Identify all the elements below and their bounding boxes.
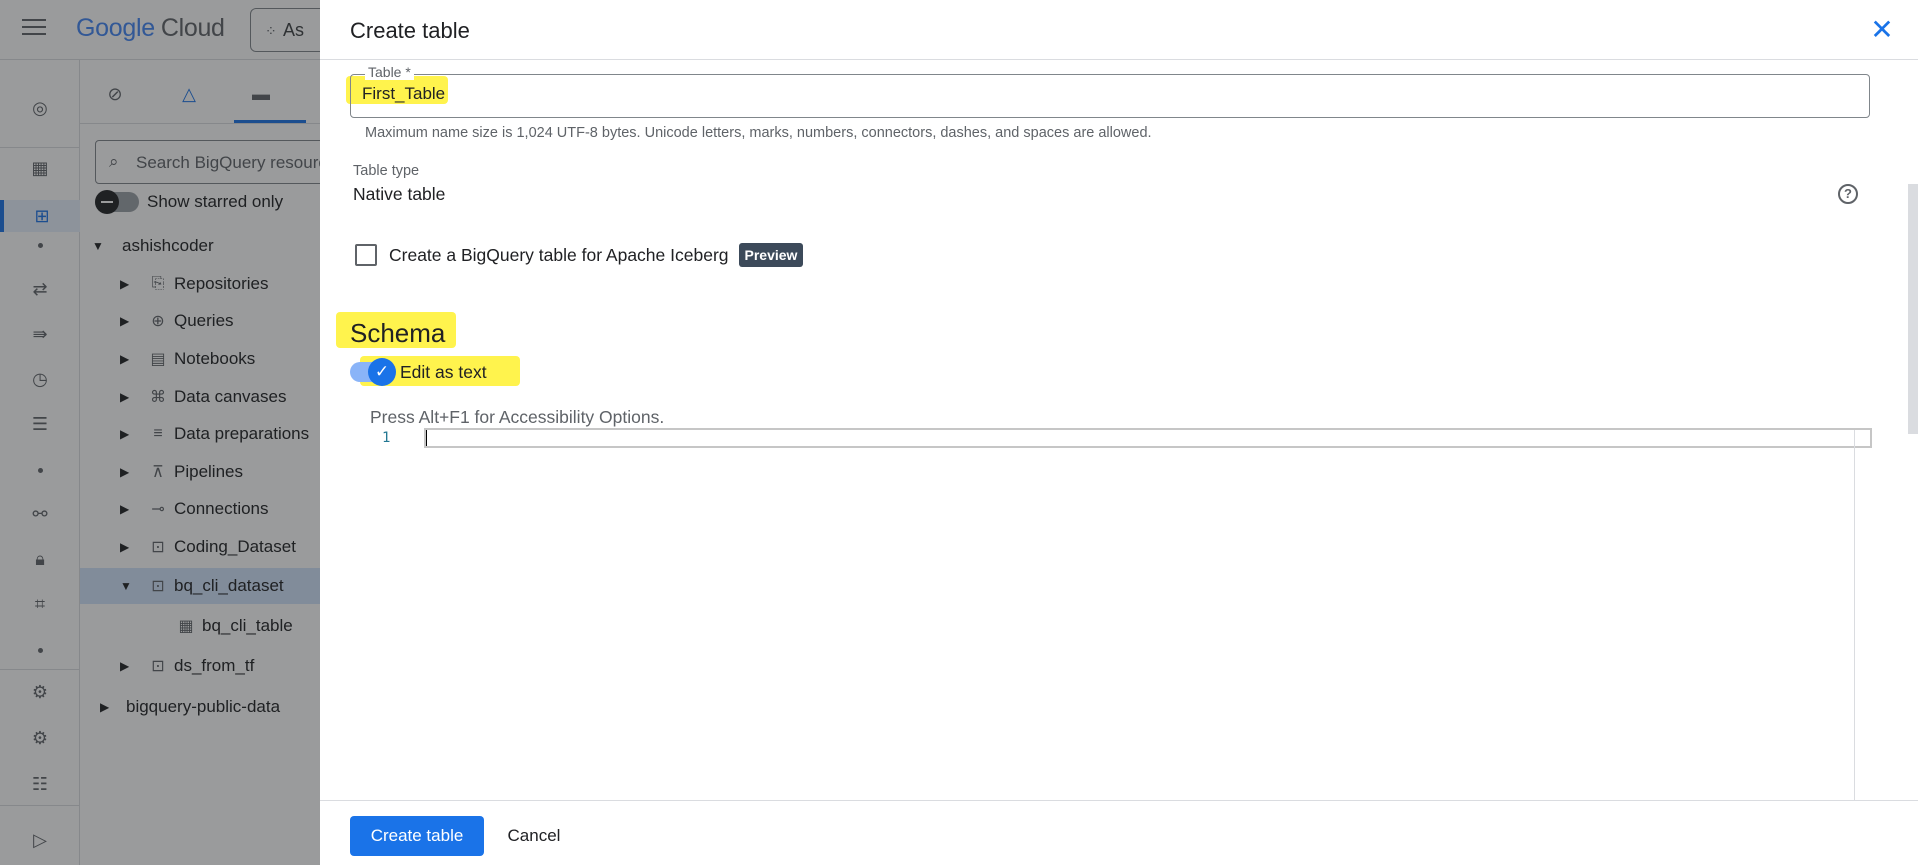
table-name-input[interactable]	[350, 74, 1870, 118]
dialog-title: Create table	[350, 18, 470, 43]
schema-heading: Schema	[350, 318, 446, 348]
table-type-label: Table type	[353, 163, 420, 179]
close-icon[interactable]: ✕	[1868, 16, 1896, 44]
edit-as-text-row[interactable]: ✓ Edit as text	[350, 358, 487, 386]
table-type-value: Native table	[353, 184, 446, 204]
dialog-header: Create table ✕	[320, 0, 1918, 60]
text-cursor	[426, 430, 427, 446]
iceberg-option[interactable]: Create a BigQuery table for Apache Icebe…	[355, 242, 804, 268]
table-name-label: Table *	[365, 64, 414, 80]
edit-as-text-toggle[interactable]: ✓	[350, 358, 396, 386]
iceberg-label: Create a BigQuery table for Apache Icebe…	[389, 244, 729, 265]
editor-divider	[1854, 430, 1855, 800]
dialog-scrollbar[interactable]	[1908, 184, 1918, 434]
checkmark-icon: ✓	[368, 358, 396, 386]
editor-line-number: 1	[382, 430, 391, 446]
edit-as-text-label: Edit as text	[400, 361, 487, 382]
dialog-footer: Create table Cancel	[320, 800, 1918, 865]
create-table-dialog: Create table ✕ Table * First_Table Maxim…	[320, 0, 1918, 865]
help-icon[interactable]: ?	[1838, 184, 1858, 204]
iceberg-checkbox[interactable]	[355, 244, 377, 266]
preview-badge: Preview	[738, 243, 804, 267]
table-name-hint: Maximum name size is 1,024 UTF-8 bytes. …	[365, 125, 1152, 141]
cancel-button[interactable]: Cancel	[494, 816, 574, 856]
schema-text-editor[interactable]	[424, 428, 1872, 448]
editor-accessibility-hint: Press Alt+F1 for Accessibility Options.	[370, 407, 665, 427]
create-table-button[interactable]: Create table	[350, 816, 484, 856]
table-name-value[interactable]: First_Table	[362, 84, 445, 104]
